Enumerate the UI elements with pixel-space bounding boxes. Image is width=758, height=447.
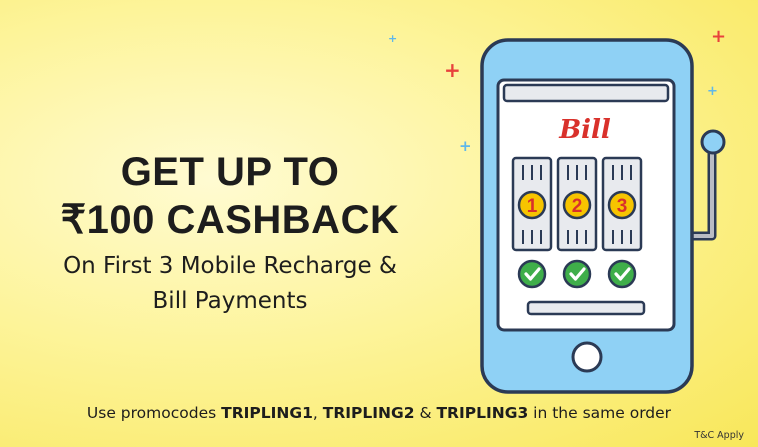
coin-icon: 2: [562, 190, 592, 220]
promo-code-2: TRIPLING2: [322, 404, 415, 422]
reel-number: 3: [617, 196, 628, 217]
reel-number: 2: [572, 196, 583, 217]
promo-sep-1: ,: [312, 404, 323, 422]
phone-slot-machine-illustration: Bill 1 2 3: [480, 38, 726, 394]
check-icon: [517, 259, 547, 289]
coin-icon: 1: [517, 190, 547, 220]
promo-code-3: TRIPLING3: [436, 404, 529, 422]
reel-number: 1: [527, 196, 538, 217]
promo-code-1: TRIPLING1: [221, 404, 313, 422]
home-button-icon: [571, 341, 603, 373]
promo-suffix: in the same order: [528, 404, 672, 422]
screen-top-bar: [502, 83, 670, 103]
promo-text: Use promocodes TRIPLING1, TRIPLING2 & TR…: [0, 404, 758, 422]
coin-icon: 3: [607, 190, 637, 220]
promo-prefix: Use promocodes: [86, 404, 222, 422]
subline-1: On First 3 Mobile Recharge &: [63, 253, 397, 279]
check-icon: [607, 259, 637, 289]
terms-link[interactable]: T&C Apply: [694, 430, 744, 441]
screen-bottom-bar: [526, 300, 646, 316]
subline-2: Bill Payments: [152, 288, 308, 314]
headline-line-2: ₹100 CASHBACK: [60, 198, 400, 242]
bill-logo: Bill: [558, 115, 611, 145]
headline-line-1: GET UP TO: [120, 150, 340, 194]
promo-sep-2: &: [414, 404, 437, 422]
sparkle-icon: +: [388, 32, 398, 45]
check-icon: [562, 259, 592, 289]
